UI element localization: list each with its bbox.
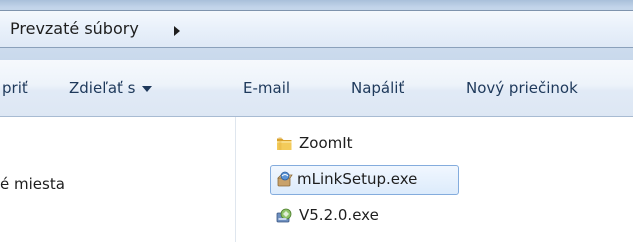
burn-button[interactable]: Napáliť [351, 79, 404, 97]
command-toolbar: priť Zdieľať s E-mail Napáliť Nový prieč… [0, 60, 633, 117]
breadcrumb-chevron-right-icon[interactable] [174, 26, 180, 36]
address-bar-area: Prevzaté súbory [0, 0, 633, 60]
nav-item-recent-places[interactable]: é miesta [0, 175, 65, 193]
file-row-mlinksetup[interactable]: mLinkSetup.exe [270, 165, 459, 195]
file-name: ZoomIt [299, 134, 353, 152]
share-with-label: Zdieľať s [69, 79, 136, 97]
navigation-pane: é miesta [0, 117, 236, 242]
breadcrumb-downloads[interactable]: Prevzaté súbory [10, 19, 139, 38]
explorer-window: Prevzaté súbory priť Zdieľať s E-mail Na… [0, 0, 633, 242]
address-bar[interactable]: Prevzaté súbory [0, 10, 633, 48]
file-row-v520[interactable]: V5.2.0.exe [272, 201, 432, 231]
installer-icon [277, 171, 293, 187]
application-icon [276, 208, 292, 223]
file-name: mLinkSetup.exe [297, 170, 418, 188]
organize-button[interactable]: priť [2, 79, 28, 97]
file-row-zoomit[interactable]: ZoomIt [272, 129, 432, 159]
new-folder-button[interactable]: Nový priečinok [466, 79, 578, 97]
file-name: V5.2.0.exe [299, 206, 379, 224]
dropdown-arrow-icon [142, 85, 153, 92]
file-list: ZoomIt mLinkSetup.exe V5.2.0.exe [236, 117, 633, 242]
folder-icon [277, 137, 292, 150]
email-button[interactable]: E-mail [243, 79, 290, 97]
share-with-button[interactable]: Zdieľať s [69, 79, 153, 97]
